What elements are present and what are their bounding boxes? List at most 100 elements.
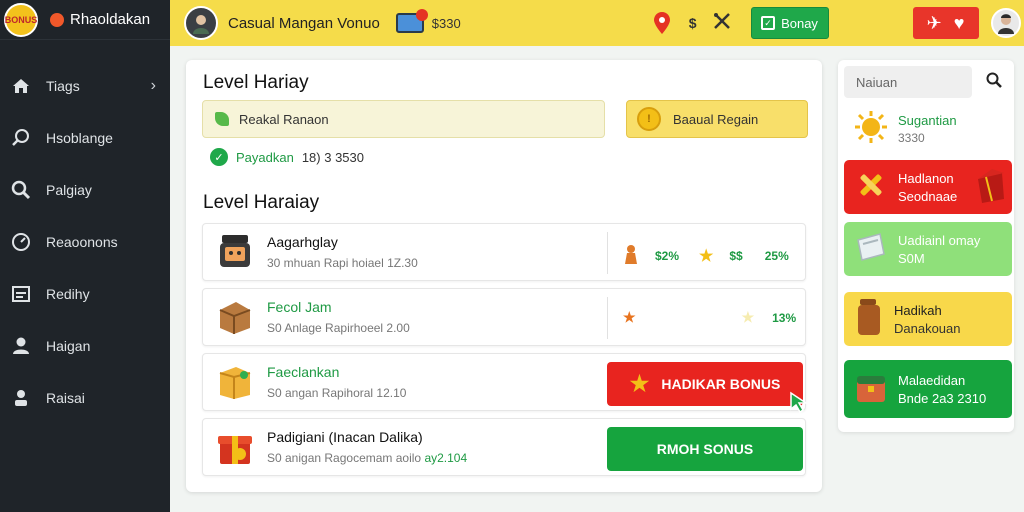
item-stats: $2% ★ $$ 25% [623,244,789,267]
brand: BONUS Rhaoldakan [0,0,170,40]
right-panel: Naiuan Sugantian 3330 Hadlanon Seodnaae … [838,60,1014,432]
claim-bonus-button[interactable]: ★ HADIKAR BONUS [607,362,809,414]
list-item[interactable]: Fecol Jam S0 Anlage Rapirhoeel 2.00 ★ ★ … [202,288,806,346]
claim-bonus-label: HADIKAR BONUS [661,376,781,392]
wallet-icon[interactable] [395,9,428,33]
treasure-chest-icon [854,370,888,409]
sidebar-item-label: Redihy [46,286,90,302]
item-subtitle: S0 angan Rapihoral 12.10 [267,386,407,400]
reward-card-subtitle: Bnde 2a3 2310 [898,390,987,406]
search-icon [10,127,32,149]
brand-dot-icon [50,12,64,27]
right-search-input[interactable]: Naiuan [844,66,972,98]
status-line: ✓ Payadkan 18) 3 3530 [210,148,364,166]
bonus-button-label: Bonay [781,15,818,31]
item-name: Fecol Jam [267,299,332,315]
reward-card-title: Malaedidan [898,372,966,388]
crate-icon [215,297,255,337]
star-icon: ★ [699,247,714,265]
sidebar-item-3[interactable]: Reaoonons [0,216,170,268]
reward-card-subtitle: Danakouan [894,320,961,336]
brand-logo[interactable]: BONUS [4,2,38,37]
sun-icon [854,110,888,149]
sidebar-item-label: Hsoblange [46,130,113,146]
sidebar-item-1[interactable]: Hsoblange [0,112,170,164]
divider [607,297,608,339]
item-subtitle-text: S0 anigan Ragocemam aoilo [267,451,422,465]
gauge-icon [10,231,32,253]
heart-icon: ♥ [953,12,965,33]
sidebar-item-6[interactable]: Raisai [0,372,170,424]
reward-card[interactable]: Hadlanon Seodnaae [844,160,1012,214]
list-item[interactable]: Faeclankan S0 angan Rapihoral 12.10 ★ HA… [202,353,809,414]
search-field[interactable]: Reakal Ranaon [202,100,605,138]
stat-value: $2% [655,248,680,263]
item-name: Faeclankan [267,364,340,380]
chevron-right-icon: › [150,77,156,94]
magnifier-icon [10,179,32,201]
sidebar-item-label: Haigan [46,338,91,354]
regain-button-label: Baaual Regain [673,111,759,127]
coin-icon: ! [637,107,661,131]
item-subtitle: S0 anigan Ragocemam aoilo ay2.104 [267,451,467,465]
stat-value: 25% [764,248,789,263]
reward-card[interactable]: Malaedidan Bnde 2a3 2310 [844,360,1012,418]
tools-icon [854,168,888,207]
checkbox-icon: ✓ [761,16,776,30]
sidebar-nav: Tiags › Hsoblange Palgiay Reaoonons Redi… [0,60,170,424]
star-icon: ★ [623,309,636,325]
stat-value: $$ [729,248,743,263]
sidebar: BONUS Rhaoldakan Tiags › Hsoblange Palgi… [0,0,170,512]
list-item[interactable]: Aagarhglay 30 mhuan Rapi hoiael 1Z.30 $2… [202,223,806,281]
divider [607,232,608,274]
notification-badge [415,9,428,21]
section-title: Level Hariay [203,72,309,93]
search-icon[interactable] [986,72,1002,93]
user-avatar[interactable] [990,8,1021,38]
gift-box-icon [215,427,255,467]
page-title: Casual Mangan Vonuo [228,14,380,32]
search-field-text: Reakal Ranaon [239,111,329,127]
regain-button[interactable]: ! Baaual Regain [626,100,808,138]
reward-card-title: Hadikah [894,302,942,318]
sidebar-item-4[interactable]: Redihy [0,268,170,320]
list-item[interactable]: Padigiani (Inacan Dalika) S0 anigan Rago… [202,418,806,476]
status-label: Payadkan [236,149,294,165]
star-icon: ★ [629,371,650,396]
currency-icon[interactable]: $ [689,15,697,31]
location-pin-icon[interactable] [653,12,671,34]
favorite-button[interactable]: ✈ ♥ [912,7,979,39]
sidebar-item-0[interactable]: Tiags › [0,60,170,112]
status-value: 18) 3 3530 [301,149,364,165]
item-name: Aagarhglay [267,234,338,250]
jar-icon [854,297,884,342]
profile-avatar[interactable] [184,6,218,40]
ticket-icon [854,230,888,269]
reward-card[interactable]: Uadiainl omay S0M [844,222,1012,276]
stat-value: 13% [772,310,797,325]
window-icon [10,283,32,305]
balance-value: $330 [431,15,461,31]
redeem-bonus-button[interactable]: RMOH SONUS [607,427,803,471]
main-panel: Level Hariay Reakal Ranaon ! Baaual Rega… [186,60,822,492]
cursor-icon [789,391,809,416]
sidebar-item-5[interactable]: Haigan [0,320,170,372]
character-icon [623,244,639,267]
item-subtitle-highlight: ay2.104 [424,451,468,465]
sidebar-item-label: Palgiay [46,182,92,198]
top-bar: Casual Mangan Vonuo $330 $ ✓ Bonay ✈ ♥ [170,0,1024,46]
item-stats: ★ ★ 13% [623,309,796,326]
sidebar-item-label: Tiags [46,78,80,94]
account-icon [10,387,32,409]
sidebar-item-2[interactable]: Palgiay [0,164,170,216]
reward-card-subtitle: Seodnaae [898,188,958,204]
reward-card[interactable]: Sugantian 3330 [844,102,1012,156]
home-icon [10,75,32,97]
reward-card[interactable]: Hadikah Danakouan [844,292,1012,346]
sidebar-item-label: Raisai [46,390,85,406]
reward-card-title: Hadlanon [898,170,954,186]
bonus-button[interactable]: ✓ Bonay [750,7,829,39]
tools-icon[interactable] [713,12,731,35]
check-circle-icon: ✓ [210,148,228,166]
package-icon [215,362,255,402]
